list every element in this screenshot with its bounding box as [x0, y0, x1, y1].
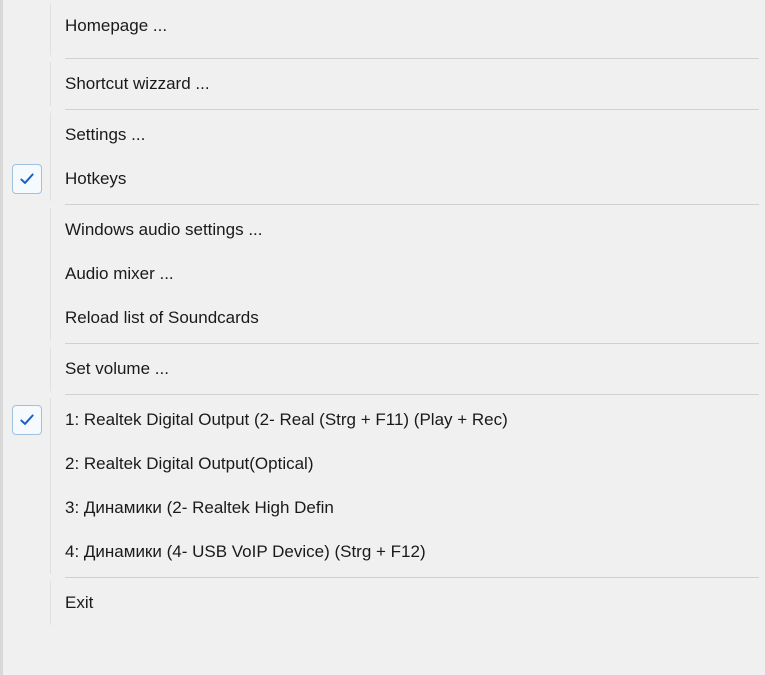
check-column	[3, 113, 51, 157]
menu-item-set-volume[interactable]: Set volume ...	[3, 347, 765, 391]
menu-item-audio-mixer[interactable]: Audio mixer ...	[3, 252, 765, 296]
menu-label: Reload list of Soundcards	[65, 308, 259, 328]
menu-item-device-2[interactable]: 2: Realtek Digital Output(Optical)	[3, 442, 765, 486]
menu-label: 4: Динамики (4- USB VoIP Device) (Strg +…	[65, 542, 426, 562]
check-column	[3, 157, 51, 201]
separator-line	[65, 204, 759, 205]
menu-item-reload-soundcards[interactable]: Reload list of Soundcards	[3, 296, 765, 340]
separator-line	[65, 394, 759, 395]
check-column	[3, 581, 51, 625]
menu-item-device-1[interactable]: 1: Realtek Digital Output (2- Real (Strg…	[3, 398, 765, 442]
check-column	[3, 486, 51, 530]
menu-item-device-4[interactable]: 4: Динамики (4- USB VoIP Device) (Strg +…	[3, 530, 765, 574]
check-column	[3, 208, 51, 252]
menu-item-device-3[interactable]: 3: Динамики (2- Realtek High Defin	[3, 486, 765, 530]
menu-label: 3: Динамики (2- Realtek High Defin	[65, 498, 334, 518]
menu-separator	[3, 48, 765, 55]
context-menu: Homepage ... Shortcut wizzard ... Settin…	[0, 0, 765, 675]
menu-label: Set volume ...	[65, 359, 169, 379]
menu-item-windows-audio[interactable]: Windows audio settings ...	[3, 208, 765, 252]
check-column	[3, 62, 51, 106]
check-column	[3, 347, 51, 391]
check-icon	[12, 405, 42, 435]
separator-line	[65, 343, 759, 344]
check-column	[3, 296, 51, 340]
separator-line	[65, 109, 759, 110]
menu-label: Exit	[65, 593, 93, 613]
menu-item-exit[interactable]: Exit	[3, 581, 765, 625]
check-icon	[12, 164, 42, 194]
check-column	[3, 4, 51, 48]
separator-line	[65, 577, 759, 578]
check-column	[3, 530, 51, 574]
menu-label: Shortcut wizzard ...	[65, 74, 210, 94]
menu-label: Homepage ...	[65, 16, 167, 36]
menu-item-shortcut-wizard[interactable]: Shortcut wizzard ...	[3, 62, 765, 106]
menu-item-hotkeys[interactable]: Hotkeys	[3, 157, 765, 201]
check-column	[3, 252, 51, 296]
check-column	[3, 398, 51, 442]
menu-item-homepage[interactable]: Homepage ...	[3, 4, 765, 48]
menu-label: Windows audio settings ...	[65, 220, 262, 240]
menu-item-settings[interactable]: Settings ...	[3, 113, 765, 157]
menu-label: 1: Realtek Digital Output (2- Real (Strg…	[65, 410, 508, 430]
check-column	[3, 442, 51, 486]
menu-label: Audio mixer ...	[65, 264, 174, 284]
menu-label: Settings ...	[65, 125, 145, 145]
separator-line	[65, 58, 759, 59]
menu-label: 2: Realtek Digital Output(Optical)	[65, 454, 314, 474]
menu-label: Hotkeys	[65, 169, 126, 189]
